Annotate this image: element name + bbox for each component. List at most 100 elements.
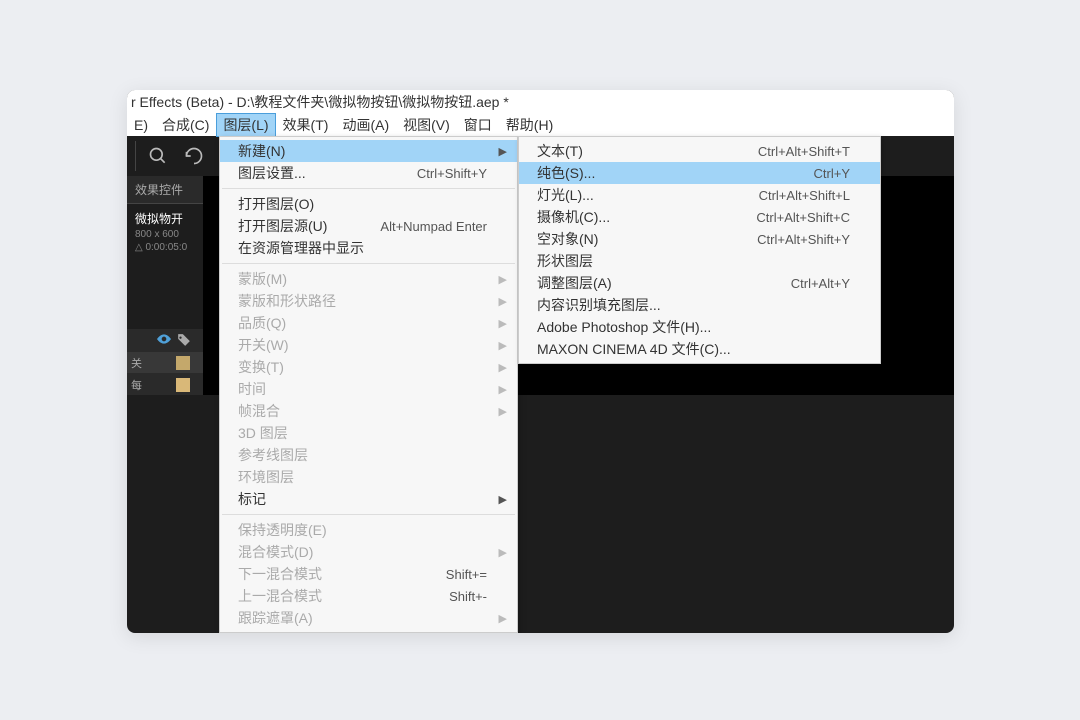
- new-menu-item[interactable]: 空对象(N) Ctrl+Alt+Shift+Y: [519, 228, 880, 250]
- menubar-item-effect[interactable]: 效果(T): [276, 113, 336, 137]
- menu-shortcut: Ctrl+Alt+Shift+Y: [757, 232, 850, 247]
- layer-menu-item: 蒙版和形状路径▶: [220, 290, 517, 312]
- effects-panel: 效果控件 微拟物开 800 x 600 △ 0:00:05:0 关: [127, 176, 203, 395]
- layer-menu-item: 时间 ▶: [220, 378, 517, 400]
- layer-menu-item: 参考线图层: [220, 444, 517, 466]
- menubar-item-help[interactable]: 帮助(H): [499, 113, 560, 137]
- new-menu-item[interactable]: MAXON CINEMA 4D 文件(C)...: [519, 338, 880, 360]
- chevron-right-icon: ▶: [499, 339, 507, 352]
- new-menu-item[interactable]: Adobe Photoshop 文件(H)...: [519, 316, 880, 338]
- menu-item-label: 形状图层: [537, 251, 593, 271]
- new-menu-item[interactable]: 形状图层: [519, 250, 880, 272]
- layer-menu-item[interactable]: 在资源管理器中显示: [220, 237, 517, 259]
- menubar-item-window[interactable]: 窗口: [457, 113, 499, 137]
- menu-item-label: 跟踪遮罩(A): [238, 608, 313, 628]
- menu-item-label: 图层设置...: [238, 163, 306, 183]
- layer-menu-item: 品质(Q)▶: [220, 312, 517, 334]
- menu-separator: [222, 263, 515, 264]
- menu-shortcut: Alt+Numpad Enter: [380, 219, 487, 234]
- menu-item-label: 下一混合模式: [238, 564, 322, 584]
- menu-item-label: 变换(T): [238, 357, 284, 377]
- menu-item-label: 时间: [238, 379, 266, 399]
- menu-shortcut: Ctrl+Alt+Y: [791, 276, 850, 291]
- new-menu-item[interactable]: 纯色(S)...Ctrl+Y: [519, 162, 880, 184]
- menu-item-label: Adobe Photoshop 文件(H)...: [537, 317, 711, 337]
- menu-item-label: 混合模式(D): [238, 542, 313, 562]
- menu-item-label: 内容识别填充图层...: [537, 295, 661, 315]
- menubar-item-file-partial[interactable]: E): [127, 115, 155, 135]
- layer-color-swatch[interactable]: [176, 356, 190, 370]
- layer-label: 每: [131, 377, 142, 393]
- menu-item-label: 帧混合: [238, 401, 280, 421]
- menu-item-label: 纯色(S)...: [537, 163, 595, 183]
- comp-name: 微拟物开: [135, 210, 195, 227]
- search-icon[interactable]: [140, 138, 176, 174]
- layer-menu-item: 下一混合模式Shift+=: [220, 563, 517, 585]
- layer-menu-item[interactable]: 打开图层(O): [220, 193, 517, 215]
- menu-shortcut: Ctrl+Alt+Shift+L: [759, 188, 850, 203]
- layer-row[interactable]: 关: [127, 351, 203, 373]
- menu-item-label: 保持透明度(E): [238, 520, 327, 540]
- new-menu-item[interactable]: 文本(T)Ctrl+Alt+Shift+T: [519, 140, 880, 162]
- menubar-item-layer[interactable]: 图层(L): [216, 113, 275, 137]
- layer-menu-item: 3D 图层: [220, 422, 517, 444]
- comp-info[interactable]: 微拟物开 800 x 600 △ 0:00:05:0: [127, 203, 203, 259]
- layer-menu-item[interactable]: 新建(N) ▶: [220, 140, 517, 162]
- menu-item-label: 新建(N): [238, 141, 285, 161]
- chevron-right-icon: ▶: [499, 493, 507, 506]
- visibility-icon[interactable]: [157, 334, 171, 347]
- divider: [135, 141, 136, 171]
- menu-item-label: 参考线图层: [238, 445, 308, 465]
- menu-item-label: 调整图层(A): [537, 273, 612, 293]
- chevron-right-icon: ▶: [499, 273, 507, 286]
- menu-shortcut: Ctrl+Alt+Shift+C: [756, 210, 850, 225]
- menu-item-label: 打开图层源(U): [238, 216, 327, 236]
- chevron-right-icon: ▶: [499, 295, 507, 308]
- menu-separator: [222, 514, 515, 515]
- new-menu-item[interactable]: 调整图层(A) Ctrl+Alt+Y: [519, 272, 880, 294]
- menu-item-label: MAXON CINEMA 4D 文件(C)...: [537, 339, 731, 359]
- layer-menu-dropdown: 新建(N) ▶ 图层设置... Ctrl+Shift+Y 打开图层(O)打开图层源(U)…: [219, 136, 518, 633]
- tag-icon[interactable]: [177, 333, 191, 347]
- window-title: r Effects (Beta) - D:\教程文件夹\微拟物按钮\微拟物按钮.…: [131, 92, 509, 112]
- layer-color-swatch[interactable]: [176, 378, 190, 392]
- layer-menu-item: 跟踪遮罩(A)▶: [220, 607, 517, 629]
- app-window: r Effects (Beta) - D:\教程文件夹\微拟物按钮\微拟物按钮.…: [127, 90, 954, 633]
- new-menu-item[interactable]: 内容识别填充图层...: [519, 294, 880, 316]
- chevron-right-icon: ▶: [499, 383, 507, 396]
- menu-shortcut: Ctrl+Shift+Y: [417, 166, 487, 181]
- layer-menu-item: 上一混合模式Shift+-: [220, 585, 517, 607]
- layer-menu-item: 帧混合▶: [220, 400, 517, 422]
- titlebar: r Effects (Beta) - D:\教程文件夹\微拟物按钮\微拟物按钮.…: [127, 90, 954, 113]
- menubar-item-composition[interactable]: 合成(C): [155, 113, 216, 137]
- panel-header: 效果控件: [127, 176, 203, 203]
- layer-row[interactable]: 每: [127, 373, 203, 395]
- menu-item-label: 在资源管理器中显示: [238, 238, 364, 258]
- menu-item-label: 品质(Q): [238, 313, 286, 333]
- menu-item-label: 蒙版(M): [238, 269, 287, 289]
- layer-menu-item[interactable]: 标记 ▶: [220, 488, 517, 510]
- menu-item-label: 上一混合模式: [238, 586, 322, 606]
- menubar-item-view[interactable]: 视图(V): [396, 113, 457, 137]
- new-menu-item[interactable]: 灯光(L)...Ctrl+Alt+Shift+L: [519, 184, 880, 206]
- layer-menu-item: 开关(W) ▶: [220, 334, 517, 356]
- menubar: E) 合成(C) 图层(L) 效果(T) 动画(A) 视图(V) 窗口 帮助(H…: [127, 113, 954, 136]
- menu-item-label: 空对象(N): [537, 229, 598, 249]
- menu-item-label: 标记: [238, 489, 266, 509]
- layer-header: [127, 329, 203, 351]
- new-menu-item[interactable]: 摄像机(C)...Ctrl+Alt+Shift+C: [519, 206, 880, 228]
- menu-item-label: 文本(T): [537, 141, 583, 161]
- comp-dimensions: 800 x 600: [135, 229, 195, 240]
- undo-icon[interactable]: [176, 138, 212, 174]
- menu-item-label: 开关(W): [238, 335, 289, 355]
- layer-menu-item: 保持透明度(E): [220, 519, 517, 541]
- layer-menu-item: 混合模式(D)▶: [220, 541, 517, 563]
- layer-label: 关: [131, 355, 142, 371]
- menu-item-label: 环境图层: [238, 467, 294, 487]
- layer-menu-item[interactable]: 打开图层源(U) Alt+Numpad Enter: [220, 215, 517, 237]
- chevron-right-icon: ▶: [499, 145, 507, 158]
- layer-menu-item: 变换(T)▶: [220, 356, 517, 378]
- menubar-item-animation[interactable]: 动画(A): [335, 113, 396, 137]
- layer-menu-item[interactable]: 图层设置... Ctrl+Shift+Y: [220, 162, 517, 184]
- layer-panel: 关 每: [127, 329, 203, 395]
